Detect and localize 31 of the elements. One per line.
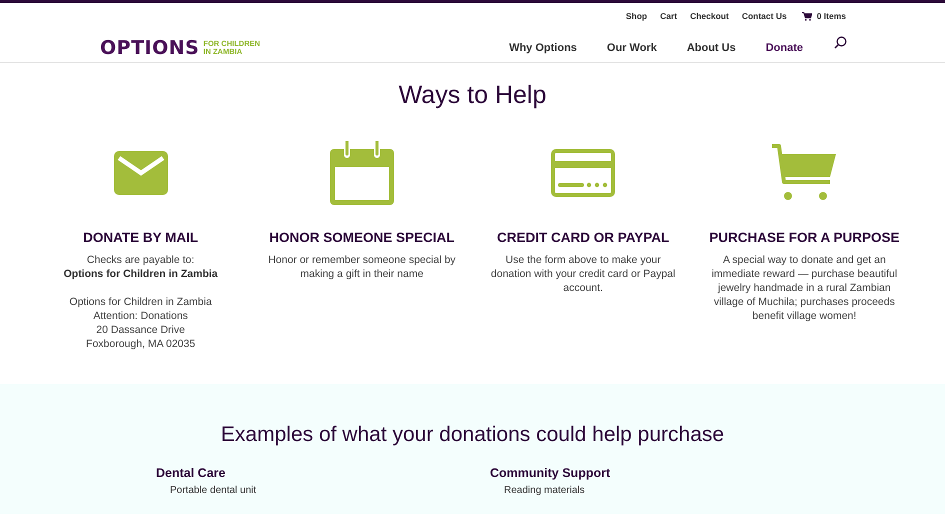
top-link[interactable]: Cart bbox=[660, 11, 678, 21]
list-item: Portable dental unit bbox=[169, 485, 258, 496]
card-text: Options for Children in Zambia Attention: Donations 20 Dassance Drive Foxborough, MA 02035 bbox=[69, 295, 212, 351]
nav-link[interactable]: Our Work bbox=[606, 36, 657, 60]
card-text: Checks are payable to: Options for Children in Zambia bbox=[64, 253, 218, 281]
card-title: CREDIT CARD OR PAYPAL bbox=[496, 230, 670, 245]
cart-icon bbox=[802, 12, 812, 20]
logo-wordmark: OPTIONS bbox=[100, 37, 200, 59]
column-title: Dental Care bbox=[156, 466, 226, 480]
top-link[interactable]: Contact Us bbox=[742, 11, 787, 21]
cart-items-link[interactable]: 0 Items bbox=[802, 11, 846, 21]
shopping-cart-icon bbox=[772, 144, 836, 202]
credit-card-icon bbox=[551, 149, 616, 197]
card-text: A special way to donate and get an immediate reward — purchase beautiful jewelry handmade in a rural Zambian village of Muchila; purchases proceeds benefit village women! bbox=[710, 253, 898, 323]
mail-icon bbox=[114, 151, 168, 195]
calendar-icon bbox=[330, 141, 394, 205]
nav-link[interactable]: Donate bbox=[766, 36, 803, 60]
top-link[interactable]: Checkout bbox=[690, 11, 729, 21]
card-title: DONATE BY MAIL bbox=[83, 230, 198, 245]
page-title: Ways to Help bbox=[398, 80, 548, 110]
card-text: Honor or remember someone special by making a gift in their name bbox=[267, 253, 457, 281]
nav-link[interactable]: Why Options bbox=[509, 36, 577, 60]
section-title: Examples of what your donations could help purchase bbox=[220, 422, 726, 448]
column-title: Community Support bbox=[490, 466, 612, 480]
search-icon[interactable] bbox=[834, 36, 847, 48]
nav-link[interactable]: About Us bbox=[686, 36, 736, 60]
card-text: Use the form above to make your donation with your credit card or Paypal account. bbox=[490, 253, 676, 295]
card-title: HONOR SOMEONE SPECIAL bbox=[269, 230, 455, 245]
card-title: PURCHASE FOR A PURPOSE bbox=[709, 230, 900, 245]
top-link[interactable]: Shop bbox=[626, 11, 648, 21]
list-item: Reading materials bbox=[503, 485, 586, 496]
